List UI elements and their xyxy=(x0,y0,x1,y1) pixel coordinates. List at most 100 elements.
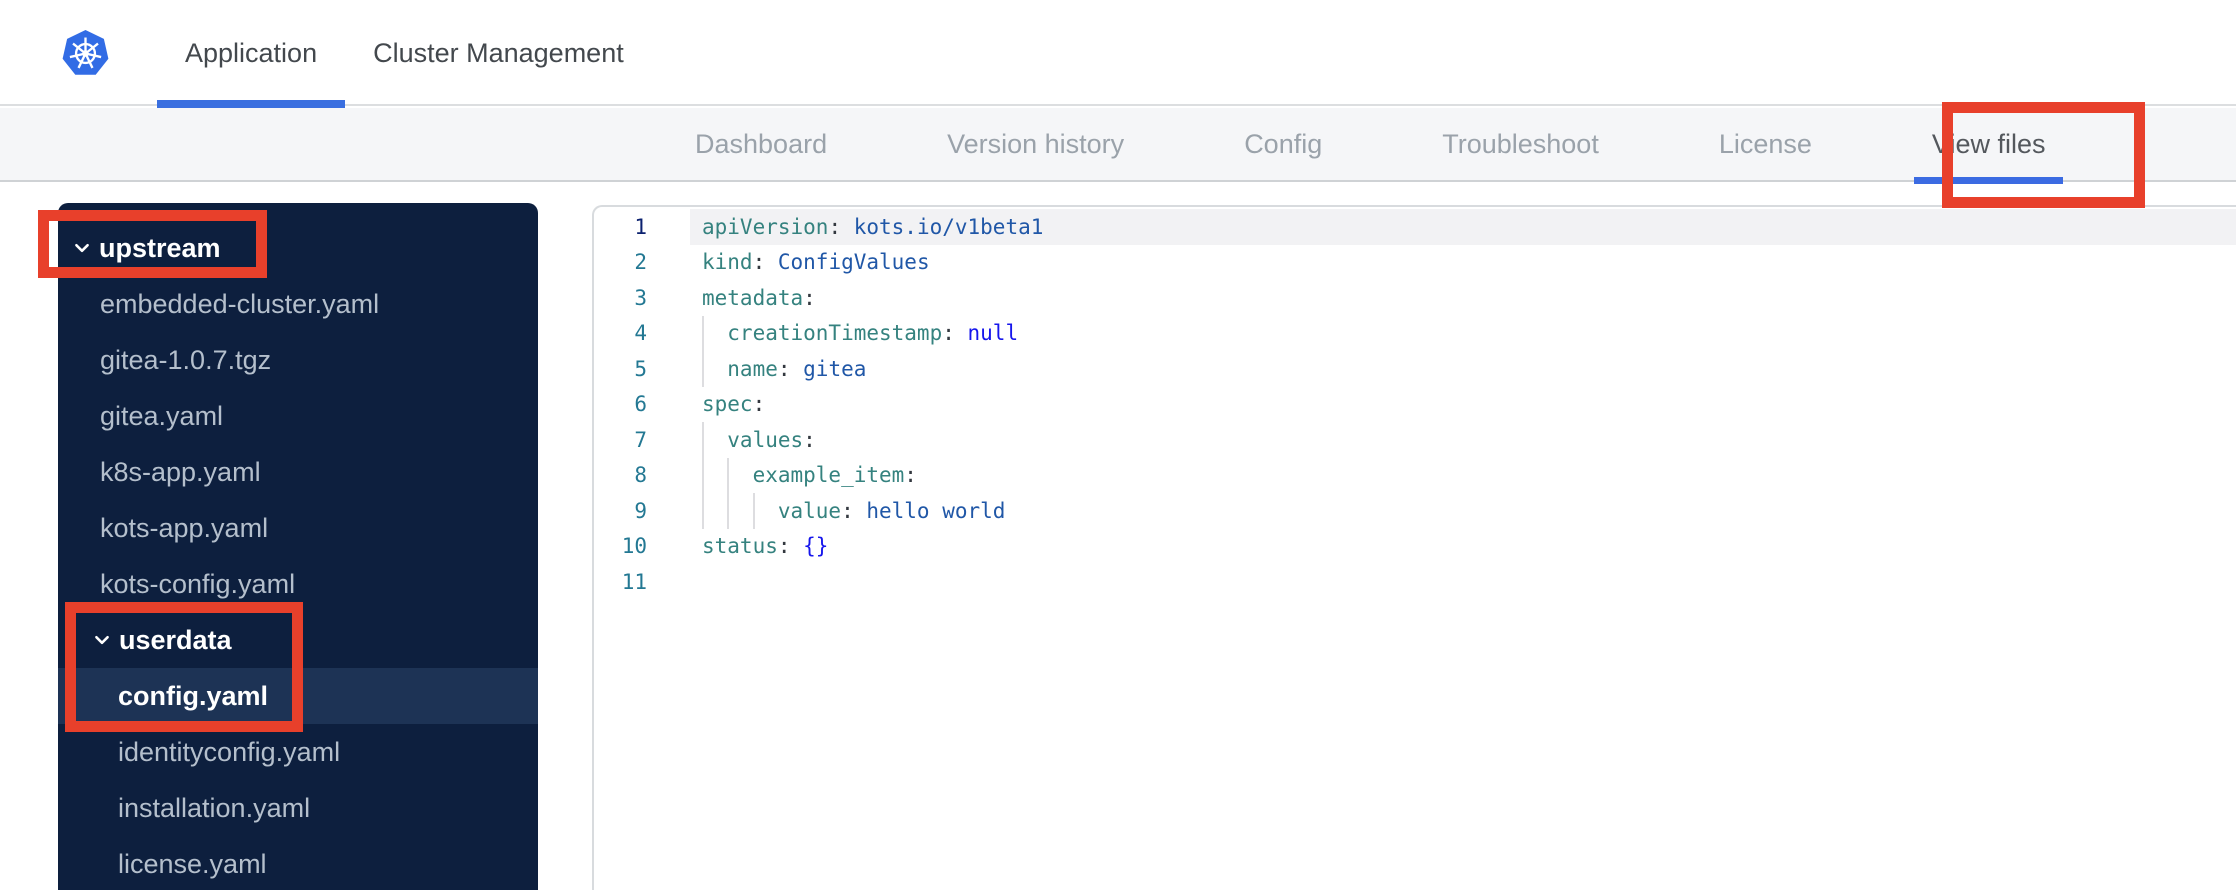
line-content: apiVersion: kots.io/v1beta1 xyxy=(690,209,2236,245)
code-token: ConfigValues xyxy=(777,250,930,275)
code-token: : xyxy=(803,427,816,452)
code-token: value xyxy=(777,498,842,523)
line-number: 11 xyxy=(621,569,647,594)
tree-item-label: license.yaml xyxy=(118,848,267,879)
line-content: example_item: xyxy=(690,457,2236,493)
tree-item-kots-app-yaml[interactable]: kots-app.yaml xyxy=(58,500,538,556)
tree-item-installation-yaml[interactable]: installation.yaml xyxy=(58,780,538,836)
tree-item-license-yaml[interactable]: license.yaml xyxy=(58,836,538,892)
indent-guide-icon xyxy=(727,493,752,529)
line-content: creationTimestamp: null xyxy=(690,315,2236,351)
subnav-item-version-history[interactable]: Version history xyxy=(947,108,1124,180)
line-number: 7 xyxy=(634,427,647,452)
code-token: status xyxy=(702,534,778,559)
subnav-item-config[interactable]: Config xyxy=(1244,108,1322,180)
code-token: values xyxy=(727,427,804,452)
tree-item-gitea-yaml[interactable]: gitea.yaml xyxy=(58,388,538,444)
code-token: hello world xyxy=(866,498,1006,523)
tree-item-label: kots-config.yaml xyxy=(100,568,296,599)
line-number: 10 xyxy=(621,534,647,559)
line-number: 5 xyxy=(634,356,647,381)
indent-guide-icon xyxy=(702,493,727,529)
chevron-down-icon xyxy=(93,631,111,649)
subnav-item-view-files[interactable]: View files xyxy=(1913,108,2063,184)
line-number: 8 xyxy=(634,463,647,488)
tree-item-config-yaml[interactable]: config.yaml xyxy=(58,668,538,724)
tree-item-identityconfig-yaml[interactable]: identityconfig.yaml xyxy=(58,724,538,780)
line-number: 4 xyxy=(634,321,647,346)
line-content: values: xyxy=(690,422,2236,458)
kubernetes-logo[interactable] xyxy=(62,27,109,80)
indent-guide-icon xyxy=(702,315,727,351)
code-line: 8 example_item: xyxy=(594,457,2236,493)
code-token: creationTimestamp xyxy=(727,321,943,346)
subnav-item-dashboard[interactable]: Dashboard xyxy=(695,108,827,180)
code-line: 1 apiVersion: kots.io/v1beta1 xyxy=(594,209,2236,245)
tab-application[interactable]: Application xyxy=(157,0,346,108)
code-line: 3 metadata: xyxy=(594,280,2236,316)
code-token: : xyxy=(803,285,816,310)
code-token: gitea xyxy=(803,356,867,381)
header-tabs: Application Cluster Management xyxy=(157,0,652,108)
code-token: {} xyxy=(803,534,829,559)
code-token: null xyxy=(967,321,1019,346)
header: Application Cluster Management xyxy=(0,0,2236,108)
line-content: metadata: xyxy=(690,280,2236,316)
tree-item-k8s-app-yaml[interactable]: k8s-app.yaml xyxy=(58,444,538,500)
tab-cluster-management[interactable]: Cluster Management xyxy=(345,0,652,106)
code-token: spec xyxy=(702,392,753,417)
subnav-items: Dashboard Version history Config Troublesho… xyxy=(695,108,2236,184)
code-token: : xyxy=(777,356,804,381)
code-line: 11 xyxy=(594,564,2236,600)
tree-item-label: installation.yaml xyxy=(118,792,311,823)
tree-item-label: embedded-cluster.yaml xyxy=(100,288,380,319)
code-token: kind xyxy=(702,250,753,275)
tree-item-label: k8s-app.yaml xyxy=(100,456,261,487)
tree-item-label: config.yaml xyxy=(118,680,269,711)
tree-item-label: upstream xyxy=(99,232,221,263)
line-number: 2 xyxy=(634,250,647,275)
indent-guide-icon xyxy=(702,457,727,493)
indent-guide-icon xyxy=(752,493,778,529)
subnav-item-troubleshoot[interactable]: Troubleshoot xyxy=(1442,108,1599,180)
line-number: 1 xyxy=(634,214,647,239)
code-line: 9 value: hello world xyxy=(594,493,2236,529)
code-line: 10 status: {} xyxy=(594,529,2236,565)
tree-item-upstream[interactable]: upstream xyxy=(58,220,538,276)
tree-item-gitea-1-0-7-tgz[interactable]: gitea-1.0.7.tgz xyxy=(58,332,538,388)
subnav: Dashboard Version history Config Troublesho… xyxy=(0,108,2236,184)
tree-item-kots-config-yaml[interactable]: kots-config.yaml xyxy=(58,556,538,612)
tree-item-label: gitea.yaml xyxy=(100,400,224,431)
tree-item-userdata[interactable]: userdata xyxy=(58,612,538,668)
code-token: name xyxy=(727,356,778,381)
tree-item-embedded-cluster-yaml[interactable]: embedded-cluster.yaml xyxy=(58,276,538,332)
indent-guide-icon xyxy=(702,422,727,458)
line-number: 9 xyxy=(634,498,647,523)
line-content: value: hello world xyxy=(690,493,2236,529)
code-editor[interactable]: 1 apiVersion: kots.io/v1beta1 2 kind: Confi… xyxy=(592,205,2236,890)
subnav-item-license[interactable]: License xyxy=(1719,108,1812,180)
code-line: 6 spec: xyxy=(594,387,2236,423)
code-token: : xyxy=(904,463,917,488)
code-line: 2 kind: ConfigValues xyxy=(594,245,2236,281)
code-token: : xyxy=(828,214,854,239)
code-token: : xyxy=(752,392,766,417)
line-content: spec: xyxy=(690,387,2236,423)
code-token: apiVersion xyxy=(702,214,829,239)
line-content: kind: ConfigValues xyxy=(690,245,2236,281)
code-line: 7 values: xyxy=(594,422,2236,458)
code-token: kots.io/v1beta1 xyxy=(853,214,1044,239)
code-line: 4 creationTimestamp: null xyxy=(594,315,2236,351)
code-line: 5 name: gitea xyxy=(594,351,2236,387)
tree-item-label: kots-app.yaml xyxy=(100,512,269,543)
tree-item-label: identityconfig.yaml xyxy=(118,736,341,767)
indent-guide-icon xyxy=(702,351,727,387)
line-content: status: {} xyxy=(690,529,2236,565)
line-content xyxy=(690,564,2236,600)
code-token: : xyxy=(841,498,867,523)
tree-item-label: userdata xyxy=(119,624,232,655)
tree-item-label: gitea-1.0.7.tgz xyxy=(100,344,272,375)
line-content: name: gitea xyxy=(690,351,2236,387)
code-token: : xyxy=(752,250,778,275)
code-token: : xyxy=(777,534,804,559)
